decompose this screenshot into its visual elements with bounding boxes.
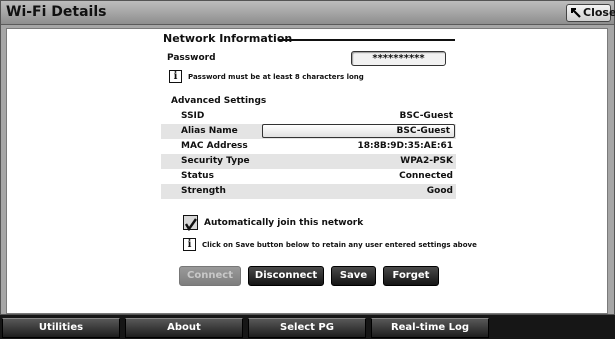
- details-panel: Network Information Password ********** …: [6, 28, 608, 314]
- advanced-settings-heading: Advanced Settings: [171, 96, 267, 106]
- info-icon: i: [183, 238, 196, 251]
- security-label: Security Type: [181, 156, 250, 166]
- realtime-log-button[interactable]: Real-time Log: [371, 318, 489, 338]
- select-pg-button[interactable]: Select PG: [248, 318, 366, 338]
- alias-row: Alias Name BSC-Guest: [161, 124, 456, 139]
- password-input[interactable]: **********: [351, 51, 446, 66]
- about-button[interactable]: About: [125, 318, 243, 338]
- strength-label: Strength: [181, 186, 226, 196]
- mac-value: 18:8B:9D:35:AE:61: [357, 141, 453, 151]
- auto-join-checkbox[interactable]: [183, 215, 198, 232]
- password-hint: Password must be at least 8 characters l…: [188, 73, 364, 81]
- utilities-button[interactable]: Utilities: [2, 318, 120, 338]
- password-label: Password: [167, 53, 216, 63]
- close-button[interactable]: Close: [566, 4, 615, 22]
- alias-name-input[interactable]: BSC-Guest: [262, 124, 455, 138]
- ssid-label: SSID: [181, 111, 205, 121]
- strength-row: Strength Good: [161, 184, 456, 199]
- close-arrow-icon: [571, 8, 581, 18]
- status-label: Status: [181, 171, 214, 181]
- security-value: WPA2-PSK: [400, 156, 453, 166]
- forget-button[interactable]: Forget: [383, 266, 439, 286]
- bottom-nav-bar: Utilities About Select PG Real-time Log: [0, 315, 615, 339]
- info-icon: i: [169, 70, 182, 83]
- disconnect-button[interactable]: Disconnect: [248, 266, 324, 286]
- status-value: Connected: [399, 171, 453, 181]
- connect-button[interactable]: Connect: [179, 266, 241, 286]
- heading-divider: [278, 39, 455, 41]
- close-label: Close: [583, 6, 615, 19]
- security-row: Security Type WPA2-PSK: [161, 154, 456, 169]
- strength-value: Good: [426, 186, 453, 196]
- check-icon: [184, 218, 197, 232]
- window-title: Wi-Fi Details: [6, 4, 107, 20]
- save-button[interactable]: Save: [331, 266, 376, 286]
- mac-row: MAC Address 18:8B:9D:35:AE:61: [161, 139, 456, 154]
- mac-label: MAC Address: [181, 141, 248, 151]
- auto-join-label: Automatically join this network: [204, 218, 364, 228]
- status-row: Status Connected: [161, 169, 456, 184]
- ssid-value: BSC-Guest: [399, 111, 453, 121]
- alias-label: Alias Name: [181, 126, 238, 136]
- title-bar: Wi-Fi Details Close: [1, 1, 615, 25]
- network-info-heading: Network Information: [163, 32, 293, 45]
- ssid-row: SSID BSC-Guest: [161, 109, 456, 124]
- save-hint: Click on Save button below to retain any…: [202, 241, 477, 249]
- wifi-details-window: Wi-Fi Details Close Network Information …: [0, 0, 615, 315]
